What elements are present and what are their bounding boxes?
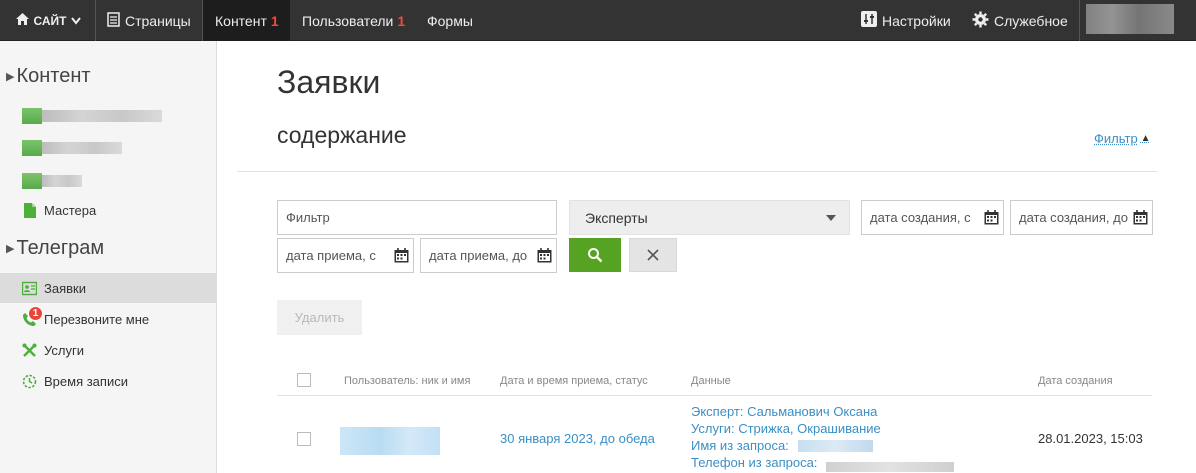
sidebar-section-label: Телеграм (16, 237, 105, 259)
sidebar-item-masters[interactable]: Мастера (0, 195, 216, 225)
gear-icon (972, 11, 989, 31)
redacted-label (42, 110, 162, 122)
chevron-down-icon (70, 14, 81, 28)
avatar (1086, 4, 1174, 34)
experts-select[interactable]: Эксперты (569, 200, 850, 235)
column-header-created[interactable]: Дата создания (1038, 375, 1113, 387)
home-icon (15, 12, 30, 29)
created-from-placeholder: дата создания, с (870, 210, 971, 225)
sidebar-item-label: Время записи (44, 373, 128, 389)
nav-forms-label: Формы (427, 12, 473, 29)
filter-text-input[interactable]: Фильтр (277, 200, 557, 235)
appt-from-field[interactable]: дата приема, с (277, 238, 414, 273)
clear-filter-button[interactable] (629, 238, 677, 272)
file-icon (22, 202, 37, 218)
filter-toggle-label: Фильтр (1094, 131, 1138, 146)
module-icon (22, 108, 42, 124)
appointment-link[interactable]: 30 января 2023, до обеда (500, 431, 655, 446)
nav-pages[interactable]: Страницы (97, 0, 203, 41)
sidebar-item-requests[interactable]: Заявки (0, 273, 216, 303)
delete-button[interactable]: Удалить (277, 300, 362, 335)
appt-to-field[interactable]: дата приема, до (420, 238, 557, 273)
sidebar-section-content[interactable]: ▶ Контент (6, 65, 91, 88)
users-count: 1 (397, 12, 406, 29)
calendar-icon[interactable] (537, 248, 552, 263)
sidebar-section-label: Контент (16, 65, 91, 87)
created-date: 28.01.2023, 15:03 (1038, 431, 1143, 446)
appt-from-placeholder: дата приема, с (286, 248, 376, 263)
row-checkbox[interactable] (297, 432, 311, 446)
redacted-name (798, 440, 873, 452)
document-icon (107, 11, 120, 30)
redacted-label (42, 175, 82, 187)
nav-settings[interactable]: Настройки (853, 0, 963, 41)
module-icon (22, 173, 42, 189)
module-icon (22, 140, 42, 156)
nav-content-label: Контент (215, 12, 267, 29)
sidebar-item-label: Услуги (44, 342, 84, 358)
close-icon (647, 249, 659, 261)
nav-pages-label: Страницы (125, 12, 191, 29)
data-name-label[interactable]: Имя из запроса: (691, 438, 789, 453)
sidebar-item-services[interactable]: Услуги (0, 335, 216, 365)
nav-service-label: Служебное (994, 12, 1068, 29)
experts-select-value: Эксперты (585, 209, 648, 226)
divider (237, 171, 1157, 172)
nav-users[interactable]: Пользователи 1 (290, 0, 414, 41)
caret-down-icon (826, 215, 836, 221)
tools-icon (22, 343, 37, 358)
clock-icon (22, 374, 37, 389)
data-phone-label[interactable]: Телефон из запроса: (691, 455, 817, 470)
select-all-checkbox[interactable] (297, 373, 311, 387)
sidebar: ▶ Контент Мастера ▶ Телеграм Заявки Пере… (0, 41, 217, 473)
caret-right-icon: ▶ (6, 243, 15, 255)
site-menu-label: САЙТ (33, 13, 67, 28)
sidebar-section-telegram[interactable]: ▶ Телеграм (6, 237, 104, 260)
top-navbar: САЙТ Страницы Контент 1 Пользователи 1 Ф… (0, 0, 1196, 41)
calendar-icon[interactable] (394, 248, 409, 263)
redacted-phone (826, 462, 954, 472)
data-expert[interactable]: Эксперт: Сальманович Оксана (691, 404, 877, 419)
column-header-data[interactable]: Данные (691, 375, 731, 387)
caret-up-icon: ▲ (1140, 133, 1151, 144)
nav-content[interactable]: Контент 1 (203, 0, 290, 41)
page-subtitle: содержание (277, 122, 407, 148)
filter-toggle[interactable]: Фильтр ▲ (1094, 131, 1151, 146)
nav-users-label: Пользователи (302, 12, 394, 29)
data-services[interactable]: Услуги: Стрижка, Окрашивание (691, 421, 881, 436)
search-button[interactable] (569, 238, 621, 272)
sliders-icon (861, 11, 877, 30)
user-link-redacted[interactable] (340, 427, 440, 455)
contact-card-icon (22, 281, 37, 296)
caret-right-icon: ▶ (6, 71, 15, 83)
sidebar-item-label: Перезвоните мне (44, 311, 150, 327)
column-header-user[interactable]: Пользователь: ник и имя (344, 375, 470, 387)
created-to-field[interactable]: дата создания, до (1010, 200, 1153, 235)
calendar-icon[interactable] (984, 210, 999, 225)
redacted-label (42, 142, 122, 154)
sidebar-item-label: Мастера (44, 202, 97, 218)
site-menu[interactable]: САЙТ (0, 0, 96, 41)
nav-service[interactable]: Служебное (963, 0, 1079, 41)
nav-forms[interactable]: Формы (416, 0, 478, 41)
appt-to-placeholder: дата приема, до (429, 248, 528, 263)
notification-badge: 1 (28, 306, 43, 321)
table-header-divider (277, 395, 1152, 396)
search-icon (588, 248, 603, 263)
sidebar-item-label: Заявки (44, 280, 86, 296)
page-title: Заявки (277, 64, 381, 100)
created-from-field[interactable]: дата создания, с (861, 200, 1004, 235)
column-header-appointment[interactable]: Дата и время приема, статус (500, 375, 648, 387)
calendar-icon[interactable] (1133, 210, 1148, 225)
nav-settings-label: Настройки (882, 12, 951, 29)
created-to-placeholder: дата создания, до (1019, 210, 1128, 225)
user-profile-menu[interactable] (1079, 0, 1196, 41)
sidebar-item-booking-time[interactable]: Время записи (0, 366, 216, 396)
content-count: 1 (270, 12, 279, 29)
filter-text-placeholder: Фильтр (286, 210, 330, 225)
